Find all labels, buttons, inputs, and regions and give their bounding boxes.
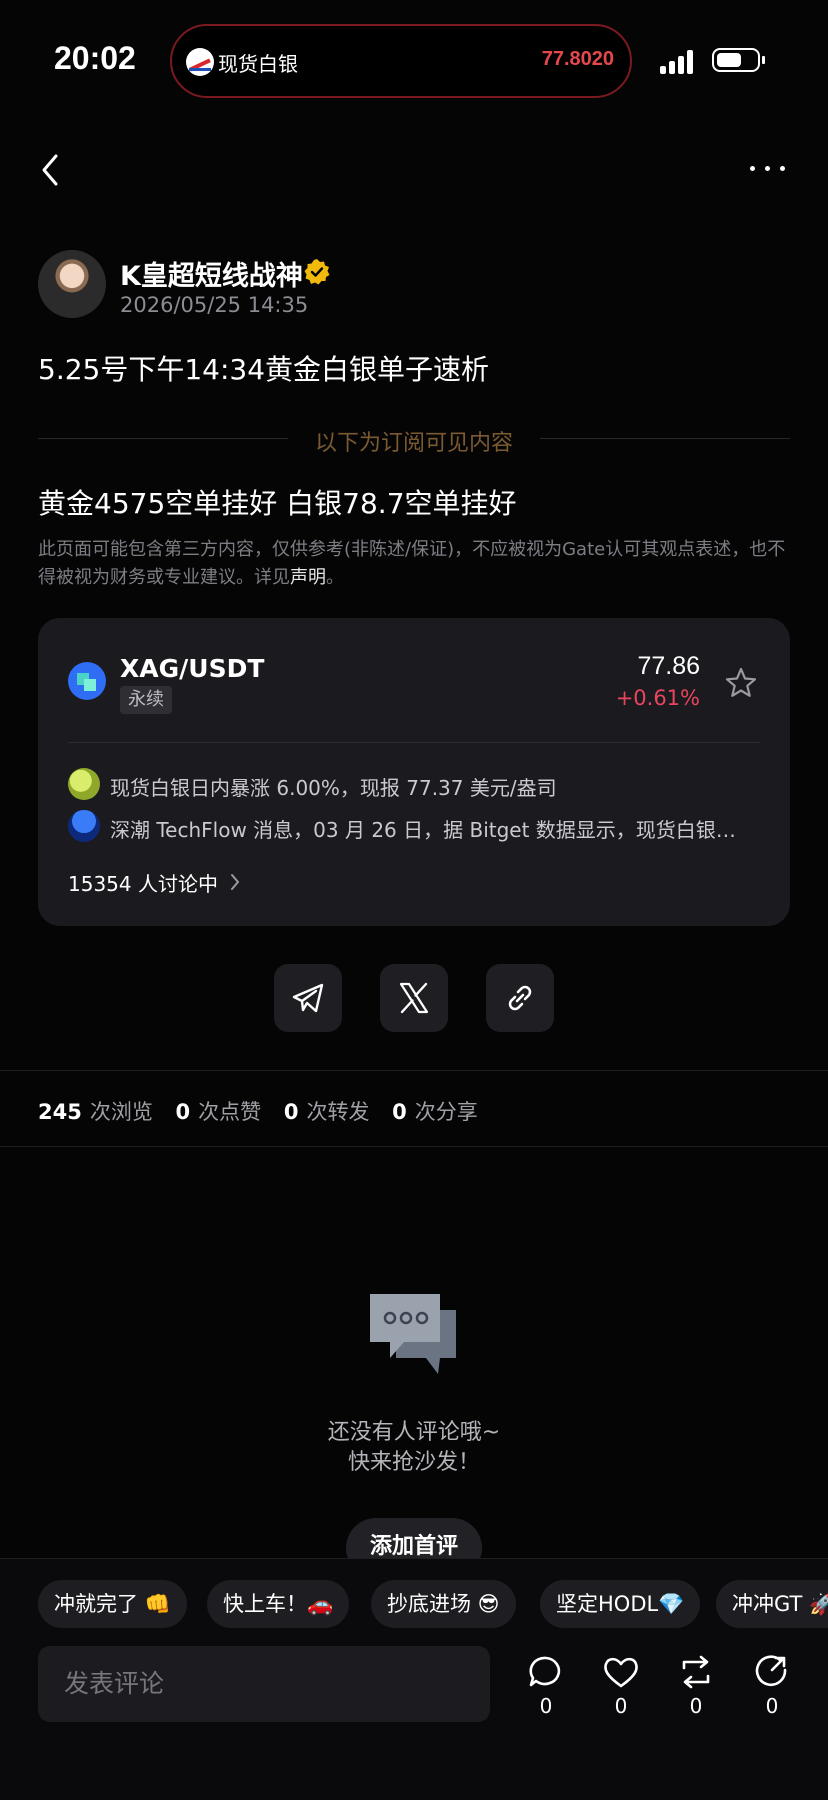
- author-name[interactable]: K皇超短线战神: [120, 254, 303, 293]
- quick-reply-chip[interactable]: 快上车！🚗: [207, 1580, 350, 1628]
- divider-line: [38, 438, 288, 439]
- share-icon: [755, 1655, 787, 1686]
- empty-comments-subtext: 快来抢沙发！: [347, 1450, 480, 1475]
- like-action[interactable]: 0: [601, 1654, 641, 1718]
- quick-reply-chip[interactable]: 冲就完了 👊: [38, 1580, 187, 1628]
- disclaimer-text: 此页面可能包含第三方内容，仅供参考(非陈述/保证)，不应被视为Gate认可其观点…: [38, 539, 786, 588]
- island-price: 77.8020: [541, 48, 614, 70]
- share-count: 0: [765, 1694, 779, 1718]
- verified-badge-icon: [303, 258, 331, 286]
- reposts-label: 次转发: [306, 1100, 370, 1124]
- repost-count: 0: [689, 1694, 703, 1718]
- copy-link-button[interactable]: [486, 964, 554, 1032]
- more-options-icon[interactable]: [748, 164, 788, 174]
- post-stats: 245 次浏览 0 次点赞 0 次转发 0 次分享: [38, 1096, 494, 1126]
- author-avatar[interactable]: [38, 250, 106, 318]
- favorite-star-icon[interactable]: [724, 666, 758, 700]
- views-label: 次浏览: [89, 1100, 153, 1124]
- quick-reply-chip[interactable]: 抄底进场 😎: [371, 1580, 516, 1628]
- views-count: 245: [38, 1100, 82, 1124]
- empty-comments-text: 还没有人评论哦~: [327, 1420, 501, 1445]
- post-timestamp: 2026/05/25 14:35: [120, 293, 309, 317]
- battery-icon: [712, 48, 765, 72]
- subscriber-divider-label: 以下为订阅可见内容: [314, 431, 513, 456]
- back-icon[interactable]: [36, 152, 66, 188]
- disclaimer-link[interactable]: 声明: [290, 567, 326, 588]
- news-item[interactable]: 深潮 TechFlow 消息，03 月 26 日，据 Bitget 数据显示，现…: [110, 814, 750, 843]
- like-count: 0: [614, 1694, 628, 1718]
- news-item[interactable]: 现货白银日内暴涨 6.00%，现报 77.37 美元/盎司: [110, 772, 557, 801]
- card-divider: [68, 742, 760, 743]
- chat-bubbles-icon: [368, 1290, 460, 1380]
- chevron-right-icon: [228, 872, 242, 892]
- shares-label: 次分享: [414, 1100, 478, 1124]
- discussion-count[interactable]: 15354 人讨论中: [68, 868, 218, 897]
- quick-reply-chip[interactable]: 冲冲GT 🚀: [716, 1580, 828, 1628]
- heart-icon: [604, 1657, 638, 1688]
- share-telegram-button[interactable]: [274, 964, 342, 1032]
- shares-count: 0: [392, 1100, 407, 1124]
- share-x-button[interactable]: [380, 964, 448, 1032]
- share-action[interactable]: 0: [752, 1654, 792, 1718]
- perpetual-tag: 永续: [120, 686, 172, 714]
- signal-icon: [660, 48, 700, 74]
- telegram-icon: [292, 983, 324, 1013]
- reposts-count: 0: [283, 1100, 299, 1124]
- silver-logo-icon: [186, 48, 214, 76]
- repost-icon: [682, 1655, 710, 1689]
- pair-change: +0.61%: [615, 686, 700, 710]
- disclaimer: 此页面可能包含第三方内容，仅供参考(非陈述/保证)，不应被视为Gate认可其观点…: [38, 536, 798, 592]
- comment-input[interactable]: 发表评论: [38, 1646, 490, 1722]
- disclaimer-end: 。: [326, 567, 344, 588]
- comment-icon: [529, 1656, 561, 1687]
- pair-price: 77.86: [637, 652, 700, 680]
- trading-pair[interactable]: XAG/USDT: [120, 654, 264, 683]
- post-title: 5.25号下午14:34黄金白银单子速析: [38, 353, 490, 386]
- post-body: 黄金4575空单挂好 白银78.7空单挂好: [38, 487, 517, 520]
- comment-count: 0: [539, 1694, 553, 1718]
- news-source-avatar: [68, 768, 100, 800]
- x-icon: [399, 982, 429, 1014]
- likes-label: 次点赞: [198, 1100, 262, 1124]
- repost-action[interactable]: 0: [676, 1654, 716, 1718]
- live-activity-island[interactable]: 现货白银 77.8020: [170, 24, 632, 98]
- section-divider: [0, 1070, 828, 1071]
- divider-line: [540, 438, 790, 439]
- link-icon: [508, 985, 532, 1011]
- comment-action[interactable]: 0: [526, 1654, 566, 1718]
- section-divider: [0, 1146, 828, 1147]
- techflow-avatar: [68, 810, 100, 842]
- quick-reply-chip[interactable]: 坚定HODL💎: [540, 1580, 701, 1628]
- likes-count: 0: [175, 1100, 191, 1124]
- xag-coin-icon: [68, 662, 106, 700]
- market-card[interactable]: XAG/USDT 永续 77.86 +0.61% 现货白银日内暴涨 6.00%，…: [38, 618, 790, 926]
- island-title: 现货白银: [218, 52, 298, 76]
- status-time: 20:02: [54, 40, 136, 76]
